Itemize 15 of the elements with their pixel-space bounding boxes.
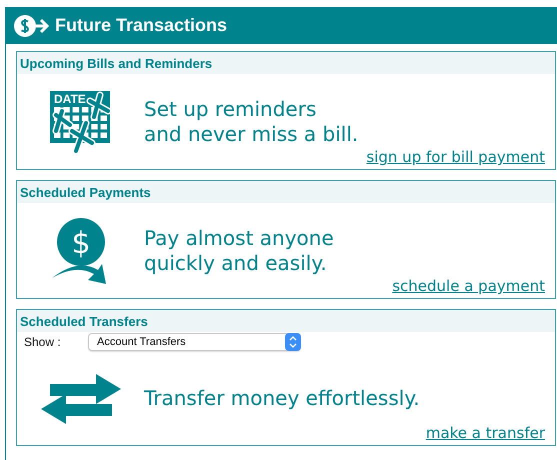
section-title: Scheduled Transfers xyxy=(20,314,148,328)
tagline: Pay almost anyone quickly and easily. xyxy=(144,226,334,276)
filter-label: Show : xyxy=(24,335,62,349)
action-link[interactable]: sign up for bill payment xyxy=(366,148,545,166)
stepper-icon xyxy=(285,333,301,351)
transfer-type-select[interactable]: Account Transfers xyxy=(88,333,301,351)
tagline: Set up reminders and never miss a bill. xyxy=(144,96,358,146)
tagline: Transfer money effortlessly. xyxy=(144,386,420,411)
action-link[interactable]: schedule a payment xyxy=(392,277,545,295)
transfer-arrows-icon xyxy=(40,374,120,424)
panel-title: Future Transactions xyxy=(55,15,228,36)
section-title: Scheduled Payments xyxy=(20,184,151,200)
dollar-arrow-icon xyxy=(14,14,49,36)
section-title: Upcoming Bills and Reminders xyxy=(20,56,212,70)
action-link[interactable]: make a transfer xyxy=(426,424,545,442)
